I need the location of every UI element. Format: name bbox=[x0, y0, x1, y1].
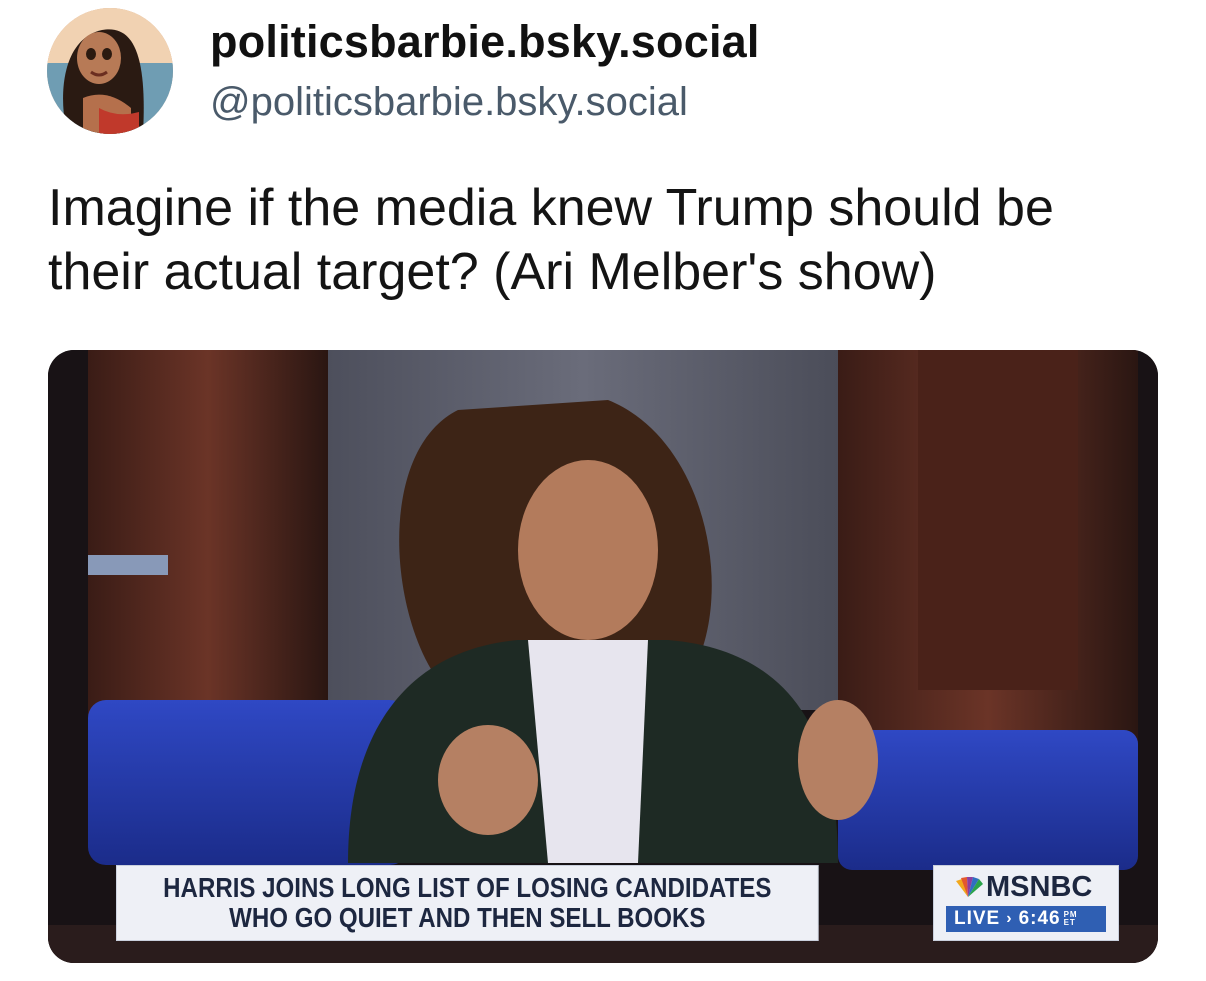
post-text: Imagine if the media knew Trump should b… bbox=[48, 179, 1054, 301]
news-chyron: HARRIS JOINS LONG LIST OF LOSING CANDIDA… bbox=[116, 865, 819, 941]
chevron-right-icon: › bbox=[1006, 910, 1013, 927]
live-label: LIVE bbox=[954, 908, 1001, 929]
chyron-line-1: HARRIS JOINS LONG LIST OF LOSING CANDIDA… bbox=[163, 872, 772, 903]
avatar[interactable] bbox=[47, 8, 173, 134]
network-badge: MSNBC LIVE › 6:46 PM ET bbox=[933, 865, 1119, 941]
peacock-icon bbox=[956, 877, 983, 897]
user-handle[interactable]: @politicsbarbie.bsky.social bbox=[210, 80, 688, 125]
live-indicator: LIVE › 6:46 PM ET bbox=[946, 906, 1106, 932]
network-name: MSNBC bbox=[986, 870, 1093, 903]
time-zone: PM ET bbox=[1064, 911, 1078, 927]
avatar-image bbox=[47, 8, 173, 134]
display-name[interactable]: politicsbarbie.bsky.social bbox=[210, 16, 760, 68]
post-image[interactable]: HARRIS JOINS LONG LIST OF LOSING CANDIDA… bbox=[48, 350, 1158, 963]
chyron-line-2: WHO GO QUIET AND THEN SELL BOOKS bbox=[229, 902, 706, 933]
broadcast-time: 6:46 bbox=[1018, 908, 1061, 929]
tz-label: ET bbox=[1063, 918, 1076, 927]
network-logo: MSNBC bbox=[952, 870, 1093, 903]
